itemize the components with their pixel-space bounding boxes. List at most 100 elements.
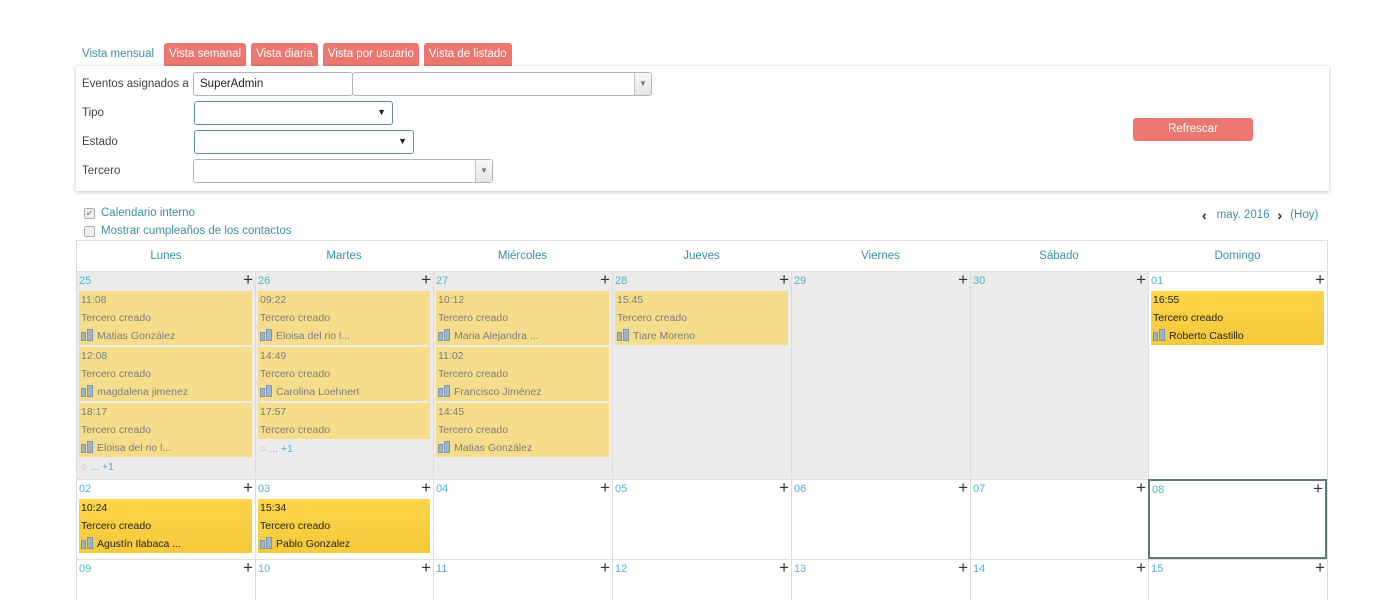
third-party-select[interactable]: ▼: [193, 159, 493, 183]
event-item[interactable]: 16:55 Tercero creado Roberto Castillo: [1151, 291, 1324, 345]
add-event-icon[interactable]: +: [958, 559, 968, 576]
day-number[interactable]: 25: [79, 275, 91, 287]
day-number[interactable]: 09: [79, 563, 91, 575]
add-event-icon[interactable]: +: [243, 479, 253, 496]
add-event-icon[interactable]: +: [1136, 271, 1146, 288]
chevron-left-icon[interactable]: ‹: [1202, 207, 1207, 223]
day-cell[interactable]: 12 +: [612, 559, 791, 600]
day-cell[interactable]: 26 +09:22 Tercero creado Eloisa del rio l..…: [255, 271, 433, 479]
assigned-user-field[interactable]: SuperAdmin: [193, 72, 353, 96]
more-events-link[interactable]: ○ ... +1: [260, 443, 293, 455]
day-cell[interactable]: 05 +: [612, 479, 791, 559]
tab-list-view[interactable]: Vista de listado: [423, 43, 512, 66]
add-event-icon[interactable]: +: [779, 559, 789, 576]
day-number[interactable]: 27: [436, 275, 448, 287]
day-number[interactable]: 04: [436, 483, 448, 495]
today-link[interactable]: (Hoy): [1290, 209, 1318, 221]
day-number[interactable]: 01: [1151, 275, 1163, 287]
day-cell[interactable]: 06 +: [791, 479, 970, 559]
assigned-group-select[interactable]: ▼: [352, 72, 652, 96]
event-item[interactable]: 14:49 Tercero creado Carolina Loehnert: [258, 347, 430, 401]
tab-weekly-view[interactable]: Vista semanal: [164, 43, 247, 66]
day-cell[interactable]: 04 +: [433, 479, 612, 559]
day-cell[interactable]: 07 +: [970, 479, 1148, 559]
add-event-icon[interactable]: +: [1313, 480, 1323, 497]
event-item[interactable]: 09:22 Tercero creado Eloisa del rio l...: [258, 291, 430, 345]
day-number[interactable]: 26: [258, 275, 270, 287]
day-number[interactable]: 30: [973, 275, 985, 287]
day-cell[interactable]: 15 +: [1148, 559, 1327, 600]
day-cell[interactable]: 03 +15:34 Tercero creado Pablo Gonzalez: [255, 479, 433, 559]
day-number[interactable]: 14: [973, 563, 985, 575]
day-cell[interactable]: 25 +11:08 Tercero creado Matias González 12:…: [77, 271, 255, 479]
day-number[interactable]: 08: [1152, 484, 1164, 496]
event-item[interactable]: 11:02 Tercero creado Francisco Jiménez: [436, 347, 609, 401]
type-select[interactable]: ▼: [194, 101, 393, 125]
day-cell[interactable]: 14 +: [970, 559, 1148, 600]
add-event-icon[interactable]: +: [958, 271, 968, 288]
day-number[interactable]: 06: [794, 483, 806, 495]
add-event-icon[interactable]: +: [1315, 271, 1325, 288]
day-number[interactable]: 10: [258, 563, 270, 575]
event-item[interactable]: 11:08 Tercero creado Matias González: [79, 291, 252, 345]
day-number[interactable]: 05: [615, 483, 627, 495]
checkbox-unchecked[interactable]: [84, 225, 95, 237]
event-item[interactable]: 18:17 Tercero creado Eloisa del rio l...: [79, 403, 252, 457]
internal-calendar-option[interactable]: ✔ Calendario interno: [84, 207, 195, 219]
more-events-link[interactable]: ○ ... +1: [81, 461, 114, 473]
add-event-icon[interactable]: +: [600, 479, 610, 496]
event-contact: Agustín Ilabaca ...: [81, 535, 181, 553]
day-cell[interactable]: 02 +10:24 Tercero creado Agustín Ilabaca ..…: [77, 479, 255, 559]
day-number[interactable]: 12: [615, 563, 627, 575]
event-item[interactable]: 14:45 Tercero creado Matias González: [436, 403, 609, 457]
event-item[interactable]: 10:12 Tercero creado Maria Alejandra ...: [436, 291, 609, 345]
add-event-icon[interactable]: +: [1136, 479, 1146, 496]
day-cell[interactable]: 11 +: [433, 559, 612, 600]
day-cell[interactable]: 09 +: [77, 559, 255, 600]
event-item[interactable]: 12:08 Tercero creado magdalena jimenez: [79, 347, 252, 401]
event-item[interactable]: 17:57 Tercero creado: [258, 403, 430, 439]
add-event-icon[interactable]: +: [243, 559, 253, 576]
day-number[interactable]: 29: [794, 275, 806, 287]
event-item[interactable]: 15:45 Tercero creado Tiare Moreno: [615, 291, 788, 345]
day-number[interactable]: 15: [1151, 563, 1163, 575]
status-select[interactable]: ▼: [194, 130, 414, 154]
day-cell[interactable]: 27 +10:12 Tercero creado Maria Alejandra ..…: [433, 271, 612, 479]
refresh-button[interactable]: Refrescar: [1133, 118, 1253, 141]
day-number[interactable]: 02: [79, 483, 91, 495]
tab-user-view[interactable]: Vista por usuario: [322, 43, 419, 66]
add-event-icon[interactable]: +: [421, 559, 431, 576]
add-event-icon[interactable]: +: [1315, 559, 1325, 576]
day-cell[interactable]: 13 +: [791, 559, 970, 600]
day-cell[interactable]: 10 +: [255, 559, 433, 600]
checkbox-checked[interactable]: ✔: [84, 207, 95, 219]
day-cell[interactable]: 30 +: [970, 271, 1148, 479]
add-event-icon[interactable]: +: [958, 479, 968, 496]
add-event-icon[interactable]: +: [600, 559, 610, 576]
add-event-icon[interactable]: +: [1136, 559, 1146, 576]
day-number[interactable]: 03: [258, 483, 270, 495]
day-number[interactable]: 11: [436, 563, 447, 575]
event-time: 18:17: [81, 406, 108, 418]
add-event-icon[interactable]: +: [600, 271, 610, 288]
day-cell[interactable]: 01 +16:55 Tercero creado Roberto Castillo: [1148, 271, 1327, 479]
day-cell[interactable]: 08 +: [1148, 479, 1327, 559]
birthdays-option[interactable]: Mostrar cumpleaños de los contactos: [84, 225, 291, 237]
day-number[interactable]: 07: [973, 483, 985, 495]
event-item[interactable]: 10:24 Tercero creado Agustín Ilabaca ...: [79, 499, 252, 553]
chevron-right-icon[interactable]: ›: [1278, 207, 1283, 223]
add-event-icon[interactable]: +: [243, 271, 253, 288]
add-event-icon[interactable]: +: [779, 479, 789, 496]
tab-daily-view[interactable]: Vista diaria: [251, 43, 318, 66]
add-event-icon[interactable]: +: [779, 271, 789, 288]
day-number[interactable]: 13: [794, 563, 806, 575]
day-cell[interactable]: 28 +15:45 Tercero creado Tiare Moreno: [612, 271, 791, 479]
event-title: Tercero creado: [81, 424, 152, 436]
day-cell[interactable]: 29 +: [791, 271, 970, 479]
building-icon: [438, 385, 451, 397]
add-event-icon[interactable]: +: [421, 479, 431, 496]
event-item[interactable]: 15:34 Tercero creado Pablo Gonzalez: [258, 499, 430, 553]
day-number[interactable]: 28: [615, 275, 627, 287]
add-event-icon[interactable]: +: [421, 271, 431, 288]
tab-monthly-view[interactable]: Vista mensual: [77, 43, 159, 66]
